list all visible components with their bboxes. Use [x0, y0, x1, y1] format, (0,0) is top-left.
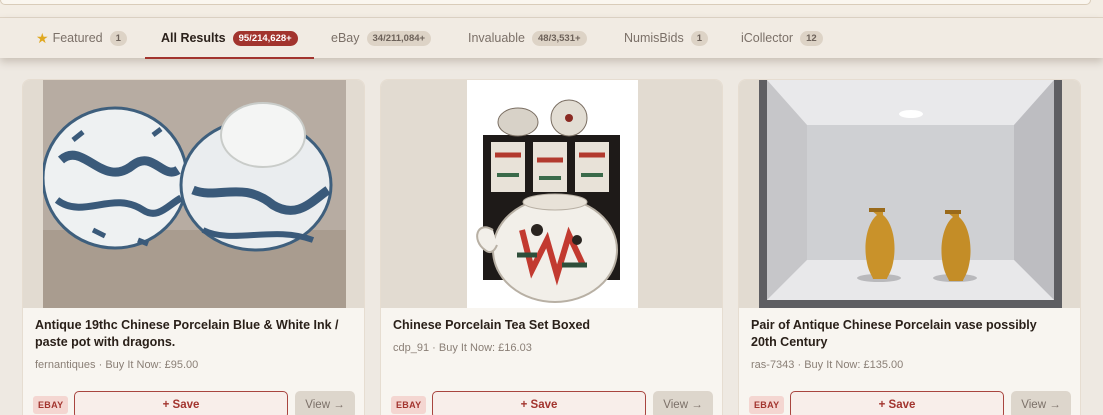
save-button[interactable]: + Save: [790, 391, 1004, 415]
tab-label: iCollector: [741, 31, 794, 45]
result-card[interactable]: Antique 19thc Chinese Porcelain Blue & W…: [22, 79, 365, 415]
tab-count-badge: 12: [800, 30, 823, 46]
tab-count-badge: 1: [109, 30, 127, 46]
result-title[interactable]: Pair of Antique Chinese Porcelain vase p…: [751, 317, 1061, 351]
save-button[interactable]: + Save: [74, 391, 288, 415]
source-badge: EBAY: [33, 396, 69, 414]
tab-numisbids[interactable]: NumisBids 1: [624, 18, 709, 58]
result-seller-price: ras-7343 · Buy It Now: £135.00: [751, 359, 904, 371]
result-card[interactable]: Pair of Antique Chinese Porcelain vase p…: [738, 79, 1081, 415]
product-image[interactable]: [739, 80, 1080, 308]
result-card[interactable]: Chinese Porcelain Tea Set Boxed cdp_91 ·…: [380, 79, 723, 415]
tab-count-badge: 1: [690, 30, 709, 46]
tab-label: Featured: [52, 31, 103, 45]
tab-invaluable[interactable]: Invaluable 48/3,531+: [468, 18, 587, 58]
tab-featured[interactable]: ★ Featured 1: [36, 18, 127, 58]
tab-count-badge: 95/214,628+: [232, 30, 298, 46]
source-badge: EBAY: [391, 396, 427, 414]
tea-set-image: [467, 80, 638, 308]
source-tabs: ★ Featured 1 All Results 95/214,628+ eBa…: [0, 18, 1103, 59]
star-icon: ★: [36, 29, 49, 46]
result-seller-price: cdp_91 · Buy It Now: £16.03: [393, 342, 532, 354]
tab-count-badge: 34/211,084+: [366, 30, 432, 46]
save-button[interactable]: + Save: [432, 391, 646, 415]
result-title[interactable]: Antique 19thc Chinese Porcelain Blue & W…: [35, 317, 345, 351]
top-strip: [0, 0, 1103, 18]
view-button[interactable]: View →: [653, 391, 713, 415]
product-image[interactable]: [381, 80, 722, 308]
tab-icollector[interactable]: iCollector 12: [741, 18, 823, 58]
tab-label: Invaluable: [468, 31, 525, 45]
result-seller-price: fernantiques · Buy It Now: £95.00: [35, 359, 199, 371]
tab-label: NumisBids: [624, 31, 684, 45]
tab-label: eBay: [331, 31, 360, 45]
blue-white-ink-pot-image: [43, 80, 346, 308]
tab-all-results[interactable]: All Results 95/214,628+: [145, 18, 314, 59]
vase-pair-image: [759, 80, 1062, 308]
source-badge: EBAY: [749, 396, 785, 414]
view-button[interactable]: View →: [295, 391, 355, 415]
tab-ebay[interactable]: eBay 34/211,084+: [331, 18, 432, 58]
product-image[interactable]: [23, 80, 364, 308]
view-button[interactable]: View →: [1011, 391, 1071, 415]
result-title[interactable]: Chinese Porcelain Tea Set Boxed: [393, 317, 703, 334]
tab-count-badge: 48/3,531+: [532, 30, 587, 46]
tab-label: All Results: [161, 31, 226, 45]
